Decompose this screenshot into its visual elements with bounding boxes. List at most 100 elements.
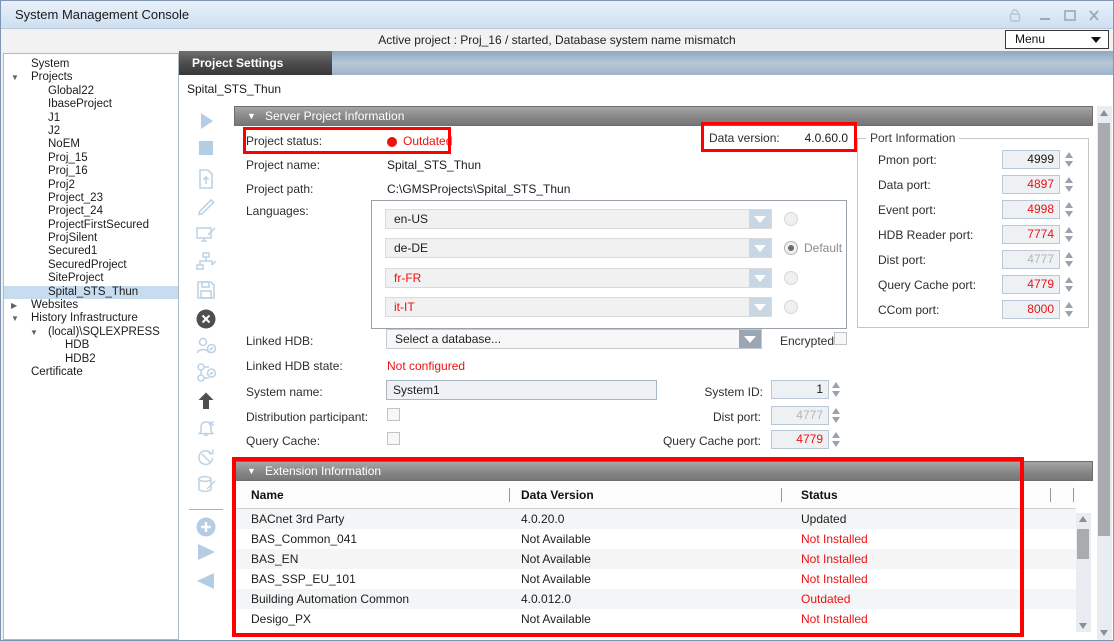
- pi-dist-port-input[interactable]: 4777: [1002, 250, 1060, 269]
- tree-item-spital-sts-thun[interactable]: Spital_STS_Thun: [4, 286, 178, 299]
- column-data-version[interactable]: Data Version: [521, 482, 594, 509]
- close-button[interactable]: [1086, 8, 1102, 23]
- table-row[interactable]: Building Automation Common 4.0.012.0 Out…: [234, 589, 1076, 609]
- event-port-spinner[interactable]: [1064, 200, 1075, 219]
- pi-dist-port-spinner[interactable]: [1064, 250, 1075, 269]
- server-project-information-header[interactable]: ▼ Server Project Information: [234, 106, 1093, 126]
- expand-icon[interactable]: ▶: [11, 299, 17, 312]
- dist-port-spinner[interactable]: [831, 406, 842, 425]
- table-row[interactable]: BAS_EN Not Available Not Installed: [234, 549, 1076, 569]
- distribution-participant-checkbox[interactable]: [387, 408, 400, 421]
- encrypted-checkbox[interactable]: [834, 332, 847, 345]
- system-id-input[interactable]: 1: [771, 380, 829, 399]
- dist-port-input[interactable]: 4777: [771, 406, 829, 425]
- language-dropdown-en-us[interactable]: en-US: [385, 209, 772, 229]
- chevron-down-icon[interactable]: [749, 298, 771, 316]
- tree-item-proj-16[interactable]: Proj_16: [4, 165, 178, 178]
- tree-item-noem[interactable]: NoEM: [4, 138, 178, 151]
- remove-icon[interactable]: [194, 307, 218, 331]
- tab-project-settings[interactable]: Project Settings: [179, 51, 332, 75]
- tree-item-history-infrastructure[interactable]: ▼History Infrastructure: [4, 312, 178, 325]
- tree-item-projectfirstsecured[interactable]: ProjectFirstSecured: [4, 219, 178, 232]
- language-dropdown-de-de[interactable]: de-DE: [385, 238, 772, 258]
- default-language-radio-fr-fr[interactable]: [784, 271, 798, 285]
- tree-item-hdb[interactable]: HDB: [4, 339, 178, 352]
- tree-item-hdb2[interactable]: HDB2: [4, 353, 178, 366]
- default-language-radio-de-de[interactable]: [784, 241, 798, 255]
- chevron-down-icon[interactable]: [749, 210, 771, 228]
- scroll-up-icon[interactable]: [1079, 516, 1087, 522]
- forward-icon[interactable]: [194, 540, 218, 564]
- tree-item-global22[interactable]: Global22: [4, 85, 178, 98]
- query-cache-port-spinner[interactable]: [831, 430, 842, 449]
- table-row[interactable]: BAS_Common_041 Not Available Not Install…: [234, 529, 1076, 549]
- data-port-input[interactable]: 4897: [1002, 175, 1060, 194]
- tree-item-proj-15[interactable]: Proj_15: [4, 152, 178, 165]
- edit-distribution-icon[interactable]: [194, 250, 218, 274]
- notifications-off-icon[interactable]: [194, 417, 218, 441]
- tree-item-j2[interactable]: J2: [4, 125, 178, 138]
- column-status[interactable]: Status: [801, 482, 838, 509]
- scroll-down-icon[interactable]: [1100, 630, 1108, 636]
- tree-item-projsilent[interactable]: ProjSilent: [4, 232, 178, 245]
- scrollbar-thumb[interactable]: [1098, 123, 1110, 536]
- maximize-button[interactable]: [1062, 8, 1078, 23]
- chevron-down-icon[interactable]: [739, 330, 761, 348]
- table-row[interactable]: Desigo_PX Not Available Not Installed: [234, 609, 1076, 629]
- collapse-icon[interactable]: ▼: [247, 462, 256, 481]
- tree-item-project-24[interactable]: Project_24: [4, 205, 178, 218]
- pmon-port-input[interactable]: 4999: [1002, 150, 1060, 169]
- stop-icon[interactable]: [194, 136, 218, 160]
- event-port-input[interactable]: 4998: [1002, 200, 1060, 219]
- tree-item-projects[interactable]: ▼Projects: [4, 71, 178, 84]
- hdb-reader-port-input[interactable]: 7774: [1002, 225, 1060, 244]
- tree-item-secured1[interactable]: Secured1: [4, 245, 178, 258]
- hdb-reader-port-spinner[interactable]: [1064, 225, 1075, 244]
- extension-table-scrollbar[interactable]: [1076, 513, 1091, 632]
- edit-pen-icon[interactable]: [194, 195, 218, 219]
- tree-item-certificate[interactable]: Certificate: [4, 366, 178, 379]
- default-language-radio-it-it[interactable]: [784, 300, 798, 314]
- upgrade-project-icon[interactable]: [194, 389, 218, 413]
- extension-information-header[interactable]: ▼ Extension Information: [234, 461, 1093, 481]
- tree-item-ibaseproject[interactable]: IbaseProject: [4, 98, 178, 111]
- pi-query-cache-port-input[interactable]: 4779: [1002, 275, 1060, 294]
- save-icon[interactable]: [194, 278, 218, 302]
- edit-database-icon[interactable]: [194, 473, 218, 497]
- default-language-radio-en-us[interactable]: [784, 212, 798, 226]
- query-cache-checkbox[interactable]: [387, 432, 400, 445]
- scroll-up-icon[interactable]: [1100, 110, 1108, 116]
- back-icon[interactable]: [194, 569, 218, 593]
- tree-item-system[interactable]: System: [4, 58, 178, 71]
- ccom-port-spinner[interactable]: [1064, 300, 1075, 319]
- language-dropdown-it-it[interactable]: it-IT: [385, 297, 772, 317]
- data-port-spinner[interactable]: [1064, 175, 1075, 194]
- ccom-port-input[interactable]: 8000: [1002, 300, 1060, 319]
- chevron-down-icon[interactable]: [749, 239, 771, 257]
- tree-item-siteproject[interactable]: SiteProject: [4, 272, 178, 285]
- language-dropdown-fr-fr[interactable]: fr-FR: [385, 268, 772, 288]
- linked-hdb-dropdown[interactable]: Select a database...: [386, 329, 762, 349]
- scroll-down-icon[interactable]: [1079, 623, 1087, 629]
- scrollbar-thumb[interactable]: [1077, 529, 1089, 559]
- tree-item-project-23[interactable]: Project_23: [4, 192, 178, 205]
- column-name[interactable]: Name: [251, 482, 284, 509]
- edit-project-icon[interactable]: [194, 222, 218, 246]
- collapse-icon[interactable]: ▼: [247, 107, 256, 126]
- minimize-button[interactable]: [1037, 8, 1053, 23]
- restore-project-icon[interactable]: [194, 167, 218, 191]
- tree-item-j1[interactable]: J1: [4, 112, 178, 125]
- content-scrollbar[interactable]: [1097, 106, 1112, 640]
- expand-icon[interactable]: ▼: [11, 312, 19, 325]
- table-row[interactable]: BACnet 3rd Party 4.0.20.0 Updated: [234, 509, 1076, 529]
- tree-item-local-sqlexpress[interactable]: ▼(local)\SQLEXPRESS: [4, 326, 178, 339]
- add-icon[interactable]: [194, 515, 218, 539]
- network-check-icon[interactable]: [194, 361, 218, 385]
- user-check-icon[interactable]: [194, 334, 218, 358]
- start-icon[interactable]: [194, 109, 218, 133]
- system-id-spinner[interactable]: [831, 380, 842, 399]
- menu-dropdown[interactable]: Menu: [1005, 30, 1109, 49]
- tree-item-proj2[interactable]: Proj2: [4, 179, 178, 192]
- expand-icon[interactable]: ▼: [30, 326, 38, 339]
- tree-item-securedproject[interactable]: SecuredProject: [4, 259, 178, 272]
